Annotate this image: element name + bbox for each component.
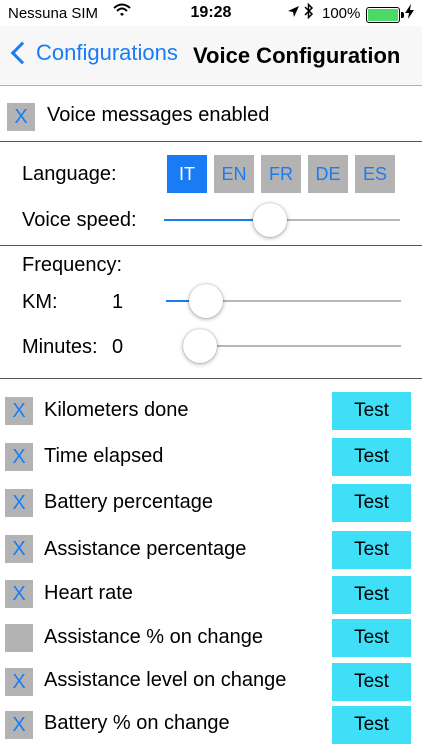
slider-thumb[interactable]: [183, 329, 217, 363]
minutes-value: 0: [112, 336, 124, 358]
test-button-kilometers-done[interactable]: Test: [332, 392, 411, 430]
message-label: Assistance % on change: [44, 626, 264, 648]
km-value: 1: [112, 291, 124, 313]
test-button-assistance-pct-on-change[interactable]: Test: [332, 619, 411, 657]
voice-enabled-label: Voice messages enabled: [47, 104, 270, 126]
divider: [0, 378, 422, 379]
language-option-de[interactable]: DE: [308, 155, 348, 193]
language-option-it[interactable]: IT: [167, 155, 207, 193]
language-option-fr[interactable]: FR: [261, 155, 301, 193]
message-checkbox-assistance-percentage[interactable]: X: [5, 535, 33, 563]
back-button[interactable]: Configurations: [8, 40, 178, 66]
test-button-assistance-percentage[interactable]: Test: [332, 531, 411, 569]
test-button-time-elapsed[interactable]: Test: [332, 438, 411, 476]
voice-enabled-checkbox[interactable]: X: [7, 103, 35, 131]
divider: [0, 141, 422, 142]
language-option-es[interactable]: ES: [355, 155, 395, 193]
message-checkbox-heart-rate[interactable]: X: [5, 580, 33, 608]
message-label: Battery % on change: [44, 712, 230, 734]
message-label: Assistance level on change: [44, 669, 287, 691]
message-label: Battery percentage: [44, 491, 213, 513]
status-bar: Nessuna SIM 19:28 100%: [0, 0, 422, 26]
navigation-bar: Configurations Voice Configuration: [0, 26, 422, 86]
slider-thumb[interactable]: [188, 284, 223, 318]
message-checkbox-kilometers-done[interactable]: X: [5, 397, 33, 425]
message-checkbox-time-elapsed[interactable]: X: [5, 443, 33, 471]
test-button-battery-pct-on-change[interactable]: Test: [332, 706, 411, 744]
message-checkbox-assistance-pct-on-change[interactable]: [5, 624, 33, 652]
km-label: KM:: [22, 291, 58, 313]
km-slider[interactable]: [166, 284, 401, 318]
test-button-assistance-level-on-change[interactable]: Test: [332, 663, 411, 701]
location-arrow-icon: [287, 5, 300, 22]
voice-speed-slider[interactable]: [164, 203, 400, 237]
message-label: Heart rate: [44, 582, 133, 604]
message-label: Time elapsed: [44, 445, 164, 467]
frequency-label: Frequency:: [22, 254, 123, 276]
message-checkbox-battery-pct-on-change[interactable]: X: [5, 711, 33, 739]
back-button-label: Configurations: [36, 40, 178, 65]
language-option-en[interactable]: EN: [214, 155, 254, 193]
minutes-label: Minutes:: [22, 336, 98, 358]
test-button-battery-percentage[interactable]: Test: [332, 484, 411, 522]
charging-bolt-icon: [405, 4, 414, 22]
message-checkbox-assistance-level-on-change[interactable]: X: [5, 668, 33, 696]
message-label: Assistance percentage: [44, 538, 247, 560]
page-title: Voice Configuration: [193, 43, 401, 68]
message-label: Kilometers done: [44, 399, 189, 421]
language-label: Language:: [22, 163, 117, 185]
bluetooth-icon: [304, 2, 314, 23]
test-button-heart-rate[interactable]: Test: [332, 576, 411, 614]
divider: [0, 245, 422, 246]
battery-icon: [366, 7, 404, 23]
slider-thumb[interactable]: [253, 203, 288, 237]
battery-percent: 100%: [322, 5, 361, 22]
voice-speed-label: Voice speed:: [22, 209, 137, 231]
minutes-slider[interactable]: [183, 329, 401, 363]
chevron-left-icon: [10, 41, 34, 65]
message-checkbox-battery-percentage[interactable]: X: [5, 489, 33, 517]
